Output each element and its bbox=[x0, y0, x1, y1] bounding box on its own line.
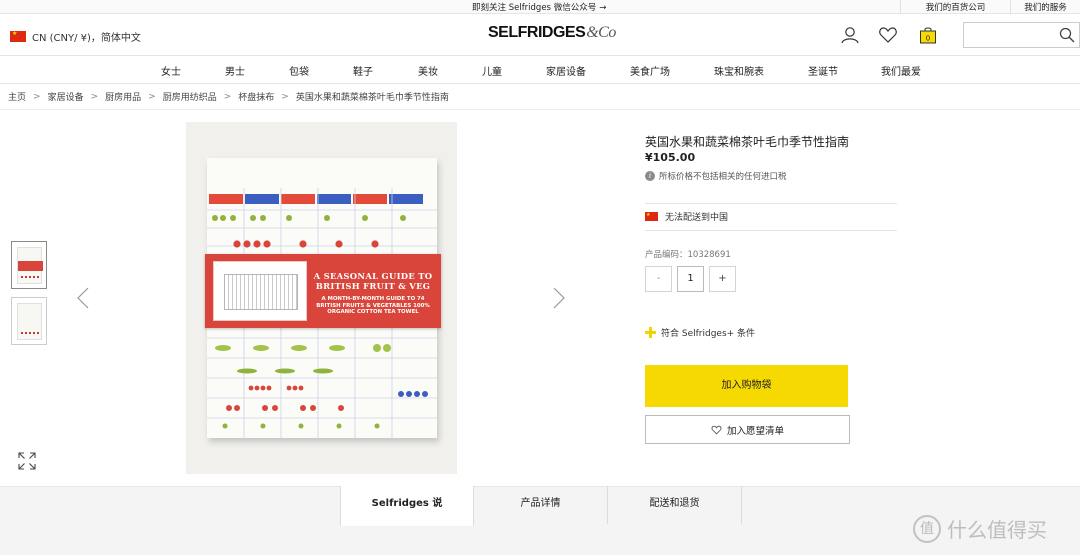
site-header: CN (CNY/ ¥)，简体中文 SELFRIDGES&Co 0 bbox=[0, 14, 1080, 56]
nav-item-men[interactable]: 男士 bbox=[225, 63, 245, 78]
shipping-status: 无法配送到中国 bbox=[645, 210, 728, 223]
thumbnail-1[interactable] bbox=[11, 241, 47, 289]
tab-delivery-returns[interactable]: 配送和退货 bbox=[608, 486, 742, 524]
chevron-right-icon[interactable] bbox=[552, 286, 566, 310]
divider bbox=[645, 203, 897, 204]
breadcrumb-home[interactable]: 主页 bbox=[8, 90, 26, 103]
qty-plus-button[interactable]: + bbox=[709, 266, 736, 292]
nav-item-women[interactable]: 女士 bbox=[161, 63, 181, 78]
add-to-wishlist-label: 加入愿望清单 bbox=[726, 425, 784, 437]
nav-item-home-tech[interactable]: 家居设备 bbox=[546, 63, 586, 78]
breadcrumb-tea-towels[interactable]: 杯盘抹布 bbox=[238, 90, 274, 103]
info-icon: i bbox=[645, 171, 655, 181]
breadcrumb-current: 英国水果和蔬菜棉茶叶毛巾季节性指南 bbox=[295, 93, 449, 103]
nav-item-kids[interactable]: 儿童 bbox=[482, 63, 502, 78]
tab-selfridges-says[interactable]: Selfridges 说 bbox=[340, 486, 474, 526]
our-services-link[interactable]: 我们的服务 bbox=[1010, 0, 1080, 14]
packaging-subtitle: A MONTH-BY-MONTH GUIDE TO 74 BRITISH FRU… bbox=[316, 296, 430, 316]
thumbnail-image bbox=[17, 303, 42, 340]
bag-count: 0 bbox=[926, 35, 930, 43]
nav-item-our-favourites[interactable]: 我们最爱 bbox=[881, 63, 921, 78]
quantity-stepper: - 1 + bbox=[645, 266, 736, 292]
nav-item-shoes[interactable]: 鞋子 bbox=[353, 63, 373, 78]
watermark-logo-icon: 值 bbox=[913, 514, 941, 543]
search-icon[interactable] bbox=[1059, 27, 1075, 43]
add-to-wishlist-button[interactable]: 加入愿望清单 bbox=[645, 415, 850, 444]
thumbnail-image bbox=[17, 247, 43, 284]
nav-item-foodhall[interactable]: 美食广场 bbox=[630, 63, 670, 78]
tab-product-details[interactable]: 产品详情 bbox=[474, 486, 608, 524]
breadcrumb: 主页 > 家居设备 > 厨房用品 > 厨房用纺织品 > 杯盘抹布 > 英国水果和… bbox=[0, 84, 1080, 110]
top-promo-bar: 即刻关注 Selfridges 微信公众号 → 我们的百货公司 我们的服务 bbox=[0, 0, 1080, 14]
add-to-bag-button[interactable]: 加入购物袋 bbox=[645, 365, 848, 407]
shipping-status-text: 无法配送到中国 bbox=[665, 213, 729, 223]
thumbnail-2[interactable] bbox=[11, 297, 47, 345]
nav-item-bags[interactable]: 包袋 bbox=[289, 63, 309, 78]
our-stores-link[interactable]: 我们的百货公司 bbox=[900, 0, 1010, 14]
search-input[interactable] bbox=[963, 22, 1080, 48]
product-title: 英国水果和蔬菜棉茶叶毛巾季节性指南 bbox=[645, 135, 850, 149]
tax-note: i 所标价格不包括相关的任何进口税 bbox=[645, 170, 787, 182]
watermark: 值 什么值得买 bbox=[913, 514, 1047, 543]
breadcrumb-kitchen-textiles[interactable]: 厨房用纺织品 bbox=[163, 90, 217, 103]
arrow-right-icon: → bbox=[599, 3, 607, 13]
product-code: 产品编码：10328691 bbox=[645, 250, 731, 260]
china-flag-icon bbox=[645, 212, 658, 221]
nav-item-christmas[interactable]: 圣诞节 bbox=[808, 63, 838, 78]
breadcrumb-kitchen[interactable]: 厨房用品 bbox=[105, 90, 141, 103]
locale-selector[interactable]: CN (CNY/ ¥)，简体中文 bbox=[10, 29, 141, 44]
breadcrumb-separator: > bbox=[223, 91, 232, 102]
selfridges-plus-terms[interactable]: 符合 Selfridges+ 条件 bbox=[645, 326, 755, 339]
nav-item-beauty[interactable]: 美妆 bbox=[418, 63, 438, 78]
wishlist-heart-icon[interactable] bbox=[878, 26, 898, 44]
utility-links: 我们的百货公司 我们的服务 bbox=[900, 0, 1080, 14]
nav-item-jewellery-watches[interactable]: 珠宝和腕表 bbox=[714, 63, 764, 78]
breadcrumb-separator: > bbox=[281, 91, 289, 102]
account-icon[interactable] bbox=[840, 26, 860, 44]
breadcrumb-separator: > bbox=[148, 91, 156, 102]
qty-input[interactable]: 1 bbox=[677, 266, 704, 292]
breadcrumb-separator: > bbox=[33, 91, 41, 102]
breadcrumb-separator: > bbox=[90, 91, 99, 102]
tax-note-text: 所标价格不包括相关的任何进口税 bbox=[659, 172, 787, 182]
watermark-text: 什么值得买 bbox=[947, 518, 1047, 542]
product-packaging-band: A SEASONAL GUIDE TO BRITISH FRUIT & VEG … bbox=[205, 254, 441, 328]
selfridges-logo[interactable]: SELFRIDGES&Co bbox=[488, 24, 616, 42]
china-flag-icon bbox=[10, 31, 26, 42]
divider bbox=[645, 230, 897, 231]
plus-icon bbox=[645, 327, 656, 338]
expand-icon[interactable] bbox=[18, 452, 36, 470]
packaging-chart-card bbox=[213, 261, 307, 321]
selfridges-plus-terms-text: 符合 Selfridges+ 条件 bbox=[661, 329, 756, 339]
chevron-left-icon[interactable] bbox=[76, 286, 90, 310]
packaging-title: A SEASONAL GUIDE TO BRITISH FRUIT & VEG bbox=[313, 271, 433, 291]
main-nav: 女士 男士 包袋 鞋子 美妆 儿童 家居设备 美食广场 珠宝和腕表 圣诞节 我们… bbox=[0, 56, 1080, 84]
shopping-bag-icon[interactable]: 0 bbox=[918, 26, 938, 44]
breadcrumb-home-tech[interactable]: 家居设备 bbox=[48, 90, 84, 103]
heart-icon bbox=[711, 425, 722, 434]
wechat-promo-link[interactable]: 即刻关注 Selfridges 微信公众号 → bbox=[472, 1, 606, 13]
qty-minus-button[interactable]: - bbox=[645, 266, 672, 292]
locale-label: CN (CNY/ ¥)，简体中文 bbox=[32, 33, 141, 44]
product-price: ¥105.00 bbox=[645, 151, 696, 164]
